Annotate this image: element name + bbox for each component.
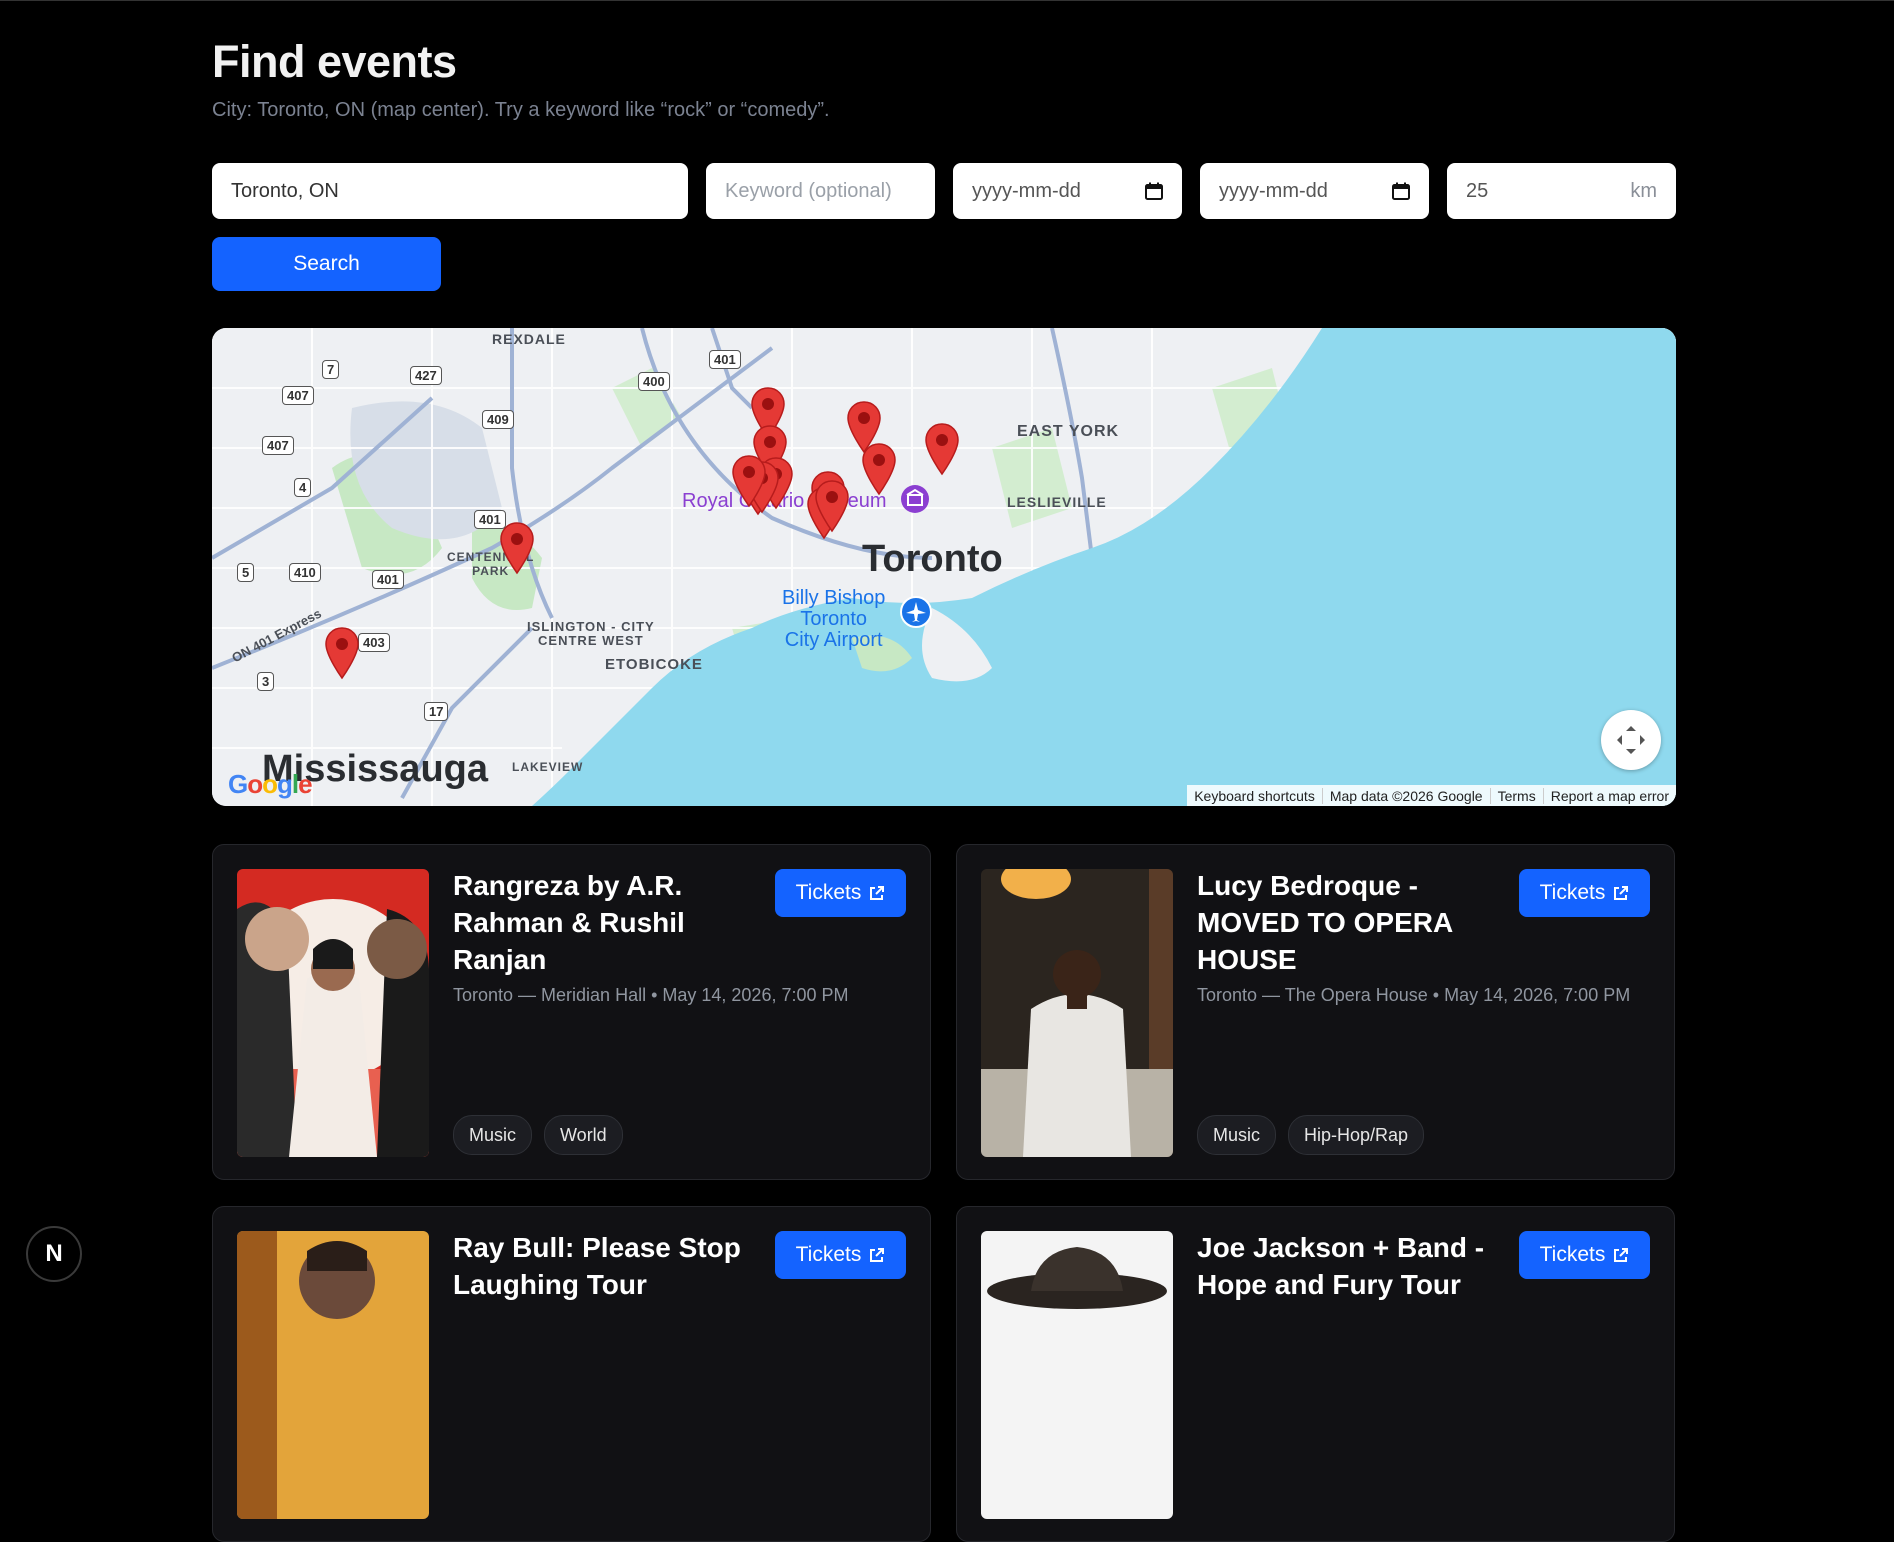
tag-chip[interactable]: Music <box>453 1115 533 1155</box>
highway-shield: 7 <box>322 360 340 379</box>
highway-shield: 17 <box>424 702 449 721</box>
external-link-icon <box>1614 886 1629 900</box>
map-label-airport[interactable]: Billy Bishop Toronto City Airport <box>782 588 885 651</box>
external-link-icon <box>1614 1248 1629 1262</box>
map-pin-icon[interactable] <box>813 479 851 533</box>
fullscreen-icon <box>1617 726 1645 754</box>
keyword-input[interactable] <box>725 179 916 203</box>
map-pin-icon[interactable] <box>923 422 961 476</box>
highway-shield: 4 <box>294 478 312 497</box>
event-meta: Toronto — Meridian Hall • May 14, 2026, … <box>453 985 849 1005</box>
highway-shield: 407 <box>282 386 314 405</box>
tag-chip[interactable]: World <box>544 1115 623 1155</box>
end-date-field[interactable]: yyyy-mm-dd <box>1200 163 1429 219</box>
map-label-etobicoke: ETOBICOKE <box>605 656 703 673</box>
external-link-icon <box>870 1248 885 1262</box>
map-pin-icon[interactable] <box>498 521 536 575</box>
event-image <box>237 1231 429 1519</box>
city-input-wrapper[interactable] <box>212 163 688 219</box>
city-input[interactable] <box>231 179 669 203</box>
map-attribution: Keyboard shortcuts Map data ©2026 Google… <box>1187 785 1676 806</box>
tickets-label: Tickets <box>795 881 862 904</box>
map-label-leslieville: LESLIEVILLE <box>1007 494 1107 510</box>
event-image <box>237 869 429 1157</box>
highway-shield: 409 <box>482 410 514 429</box>
event-image <box>981 1231 1173 1519</box>
event-card: Rangreza by A.R. Rahman & Rushil Ranjan … <box>212 844 931 1180</box>
event-title[interactable]: Rangreza by A.R. Rahman & Rushil Ranjan <box>453 867 763 978</box>
google-logo: Google <box>228 769 313 799</box>
museum-icon[interactable] <box>900 484 930 514</box>
event-card: Ray Bull: Please Stop Laughing Tour Tick… <box>212 1206 931 1542</box>
highway-shield: 400 <box>638 372 670 391</box>
start-date-field[interactable]: yyyy-mm-dd <box>953 163 1182 219</box>
page-subtitle: City: Toronto, ON (map center). Try a ke… <box>212 99 830 121</box>
tickets-button[interactable]: Tickets <box>775 869 906 917</box>
map-label-east-york: EAST YORK <box>1017 423 1120 440</box>
event-tags: Music World <box>453 1115 623 1155</box>
keyword-input-wrapper[interactable] <box>706 163 935 219</box>
tag-chip[interactable]: Hip-Hop/Rap <box>1288 1115 1425 1155</box>
search-button[interactable]: Search <box>212 237 441 291</box>
event-tags: Music Hip-Hop/Rap <box>1197 1115 1425 1155</box>
map-label-rexdale: REXDALE <box>492 331 566 347</box>
event-card: Lucy Bedroque - MOVED TO OPERA HOUSE Tor… <box>956 844 1675 1180</box>
radius-field[interactable]: 25 km <box>1447 163 1676 219</box>
highway-shield: 5 <box>237 563 255 582</box>
tickets-label: Tickets <box>1539 881 1606 904</box>
external-link-icon <box>870 886 885 900</box>
fullscreen-button[interactable] <box>1601 710 1661 770</box>
tickets-button[interactable]: Tickets <box>1519 869 1650 917</box>
events-map[interactable]: REXDALE EAST YORK LESLIEVILLE CENTENNIAL… <box>212 328 1676 806</box>
map-label-lakeview: LAKEVIEW <box>512 760 584 774</box>
end-date-placeholder: yyyy-mm-dd <box>1219 179 1328 202</box>
highway-shield: 427 <box>410 366 442 385</box>
highway-shield: 401 <box>709 350 741 369</box>
event-image <box>981 869 1173 1157</box>
map-data-text: Map data ©2026 Google <box>1321 787 1490 804</box>
highway-shield: 401 <box>372 570 404 589</box>
calendar-icon[interactable] <box>1392 182 1410 200</box>
start-date-placeholder: yyyy-mm-dd <box>972 179 1081 202</box>
event-title[interactable]: Joe Jackson + Band - Hope and Fury Tour <box>1197 1229 1507 1303</box>
event-title[interactable]: Lucy Bedroque - MOVED TO OPERA HOUSE <box>1197 867 1507 978</box>
map-label-toronto: Toronto <box>862 538 1003 580</box>
top-border <box>0 0 1894 1</box>
tickets-label: Tickets <box>1539 1243 1606 1266</box>
map-pin-icon[interactable] <box>323 626 361 680</box>
event-title[interactable]: Ray Bull: Please Stop Laughing Tour <box>453 1229 763 1303</box>
terms-link[interactable]: Terms <box>1489 787 1543 804</box>
tickets-button[interactable]: Tickets <box>775 1231 906 1279</box>
airport-icon[interactable] <box>900 596 932 628</box>
map-pin-icon[interactable] <box>860 442 898 496</box>
radius-value[interactable]: 25 <box>1466 180 1488 203</box>
highway-shield: 3 <box>257 672 275 691</box>
highway-shield: 407 <box>262 436 294 455</box>
highway-shield: 403 <box>358 633 390 652</box>
map-label-islington: ISLINGTON - CITY CENTRE WEST <box>527 619 655 648</box>
keyboard-shortcuts-link[interactable]: Keyboard shortcuts <box>1187 788 1322 804</box>
calendar-icon[interactable] <box>1145 182 1163 200</box>
event-card: Joe Jackson + Band - Hope and Fury Tour … <box>956 1206 1675 1542</box>
tickets-label: Tickets <box>795 1243 862 1266</box>
map-pin-icon[interactable] <box>730 454 768 508</box>
report-error-link[interactable]: Report a map error <box>1542 787 1676 804</box>
radius-unit: km <box>1630 179 1657 202</box>
page-title: Find events <box>212 36 457 87</box>
tag-chip[interactable]: Music <box>1197 1115 1277 1155</box>
tickets-button[interactable]: Tickets <box>1519 1231 1650 1279</box>
event-meta: Toronto — The Opera House • May 14, 2026… <box>1197 985 1631 1005</box>
highway-shield: 410 <box>289 563 321 582</box>
nextjs-dev-badge[interactable]: N <box>26 1226 82 1282</box>
